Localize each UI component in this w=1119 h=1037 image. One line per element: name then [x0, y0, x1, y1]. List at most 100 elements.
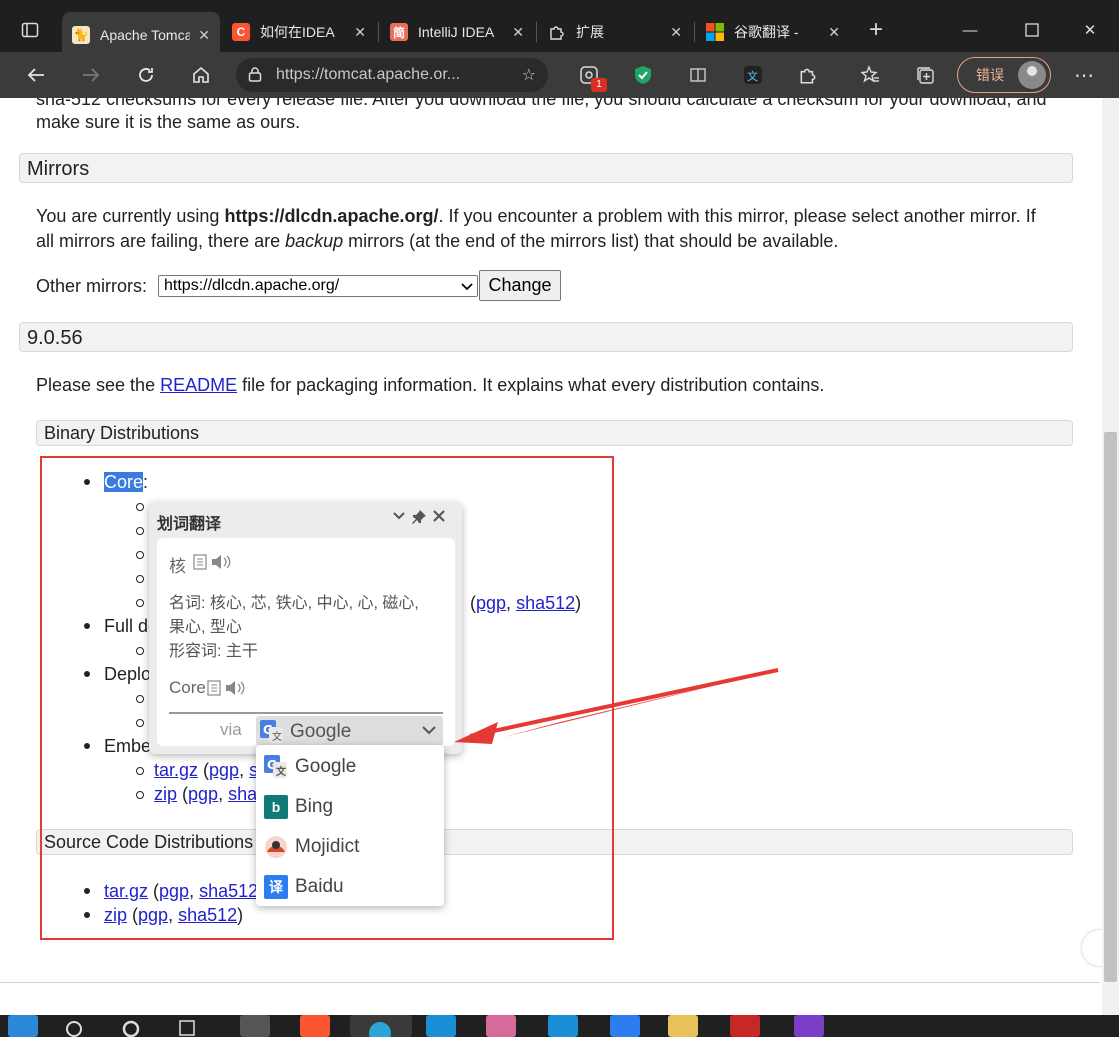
- forward-icon[interactable]: [76, 60, 106, 90]
- minimize-icon[interactable]: —: [950, 10, 990, 50]
- google-translate-icon: G文: [260, 720, 284, 744]
- edge-taskbar-icon[interactable]: [350, 1015, 412, 1037]
- toolbar: https://tomcat.apache.or... ☆ 文 ⋯: [0, 52, 1119, 98]
- intro-text: make sure it is the same as ours.: [36, 112, 301, 132]
- speaker-icon[interactable]: [225, 680, 245, 699]
- favorites-icon[interactable]: [856, 61, 884, 89]
- close-icon[interactable]: ✕: [670, 24, 682, 41]
- via-label: via: [220, 720, 242, 739]
- app-icon[interactable]: [730, 1015, 760, 1037]
- url-text: https://tomcat.apache.or...: [276, 66, 461, 83]
- home-icon[interactable]: [186, 60, 216, 90]
- address-bar[interactable]: https://tomcat.apache.or... ☆: [236, 58, 548, 92]
- file-explorer-icon[interactable]: [668, 1015, 698, 1037]
- engine-option-bing[interactable]: b Bing: [264, 793, 333, 821]
- more-menu-icon[interactable]: ⋯: [1070, 61, 1098, 89]
- tab-bar: 🐈 Apache Tomcat ✕ C 如何在IDEA ✕ 简 IntelliJ…: [0, 0, 1119, 58]
- tab-title: 谷歌翻译 -: [734, 24, 799, 40]
- maximize-icon[interactable]: [1012, 10, 1052, 50]
- bilibili-icon[interactable]: [426, 1015, 456, 1037]
- footer-divider: [0, 982, 1100, 983]
- google-translate-icon: G文: [264, 755, 288, 779]
- svg-text:文: 文: [272, 730, 282, 743]
- engine-dropdown: G文 Google b Bing Mojidict 译 Baidu: [256, 745, 444, 906]
- change-mirror-button[interactable]: Change: [479, 270, 561, 301]
- avatar: [1018, 61, 1046, 89]
- baidu-translate-icon: 译: [264, 875, 288, 899]
- add-favorite-icon[interactable]: ☆: [522, 65, 536, 85]
- tab-title: 如何在IDEA: [260, 24, 335, 40]
- copy-icon[interactable]: [193, 554, 207, 573]
- translation-meanings: 名词: 核心, 芯, 铁心, 中心, 心, 磁心, 果心, 型心 形容词: 主干: [169, 595, 419, 660]
- shield-icon[interactable]: [629, 61, 657, 89]
- tab-title: 扩展: [576, 24, 604, 40]
- speaker-icon[interactable]: [211, 554, 231, 573]
- close-icon[interactable]: ✕: [354, 24, 366, 41]
- svg-text:文: 文: [276, 765, 287, 778]
- csdn-icon: C: [232, 23, 250, 41]
- close-icon[interactable]: ✕: [828, 24, 840, 41]
- close-icon[interactable]: ✕: [198, 27, 210, 44]
- csdn-app-icon[interactable]: [300, 1015, 330, 1037]
- back-icon[interactable]: [21, 60, 51, 90]
- refresh-icon[interactable]: [131, 60, 161, 90]
- selected-engine-label: Google: [290, 721, 352, 742]
- app-icon[interactable]: [486, 1015, 516, 1037]
- new-tab-icon[interactable]: +: [856, 10, 896, 50]
- profile-error-button[interactable]: 错误: [957, 57, 1051, 93]
- readme-text: Please see the README file for packaging…: [36, 375, 825, 395]
- close-icon[interactable]: [432, 509, 446, 527]
- scrollbar[interactable]: [1102, 98, 1119, 1015]
- extensions-menu-icon[interactable]: [794, 61, 822, 89]
- translation-popup: 划词翻译 核 名词: 核心, 芯, 铁心, 中心, 心, 磁心, 果心, 型心 …: [149, 502, 462, 754]
- start-icon[interactable]: [8, 1015, 38, 1037]
- source-word: Core: [169, 678, 206, 697]
- copy-icon[interactable]: [207, 680, 221, 699]
- other-mirrors-label: Other mirrors:: [36, 276, 148, 296]
- bing-icon: b: [264, 795, 288, 819]
- popup-title: 划词翻译: [157, 516, 222, 533]
- profile-error-label: 错误: [976, 67, 1004, 83]
- reader-icon[interactable]: [684, 61, 712, 89]
- translate-app-icon[interactable]: [610, 1015, 640, 1037]
- mirror-select[interactable]: https://dlcdn.apache.org/: [158, 275, 478, 297]
- engine-select[interactable]: G文 Google: [256, 716, 443, 746]
- intellij-icon[interactable]: [794, 1015, 824, 1037]
- windows-taskbar: [0, 1015, 1119, 1037]
- chevron-down-icon[interactable]: [392, 509, 406, 527]
- chevron-down-icon: [421, 720, 437, 745]
- current-mirror: https://dlcdn.apache.org/: [224, 206, 439, 226]
- binary-distributions-heading: Binary Distributions: [36, 420, 1073, 446]
- task-view-icon[interactable]: [172, 1015, 202, 1037]
- close-icon[interactable]: ✕: [512, 24, 524, 41]
- tab-actions-icon[interactable]: [10, 10, 50, 50]
- tab-google-translate[interactable]: 谷歌翻译 - ✕: [696, 12, 850, 52]
- app-icon[interactable]: [240, 1015, 270, 1037]
- pin-icon[interactable]: [411, 509, 427, 529]
- collections-icon[interactable]: [911, 61, 939, 89]
- readme-link[interactable]: README: [160, 375, 237, 395]
- bilibili-icon[interactable]: [548, 1015, 578, 1037]
- mojidict-icon: [264, 835, 288, 859]
- engine-option-google[interactable]: G文 Google: [264, 753, 356, 781]
- tab-csdn[interactable]: C 如何在IDEA ✕: [222, 12, 376, 52]
- annotation-arrow: [454, 668, 779, 744]
- tab-intellij[interactable]: 简 IntelliJ IDEA ✕: [380, 12, 534, 52]
- engine-option-mojidict[interactable]: Mojidict: [264, 833, 359, 861]
- mirror-info-text: You are currently using https://dlcdn.ap…: [36, 206, 1036, 226]
- version-heading: 9.0.56: [19, 322, 1073, 352]
- tab-extensions[interactable]: 扩展 ✕: [538, 12, 692, 52]
- scrollbar-thumb[interactable]: [1104, 432, 1117, 982]
- window-close-icon[interactable]: ✕: [1070, 10, 1110, 50]
- chevron-down-icon: [461, 276, 473, 301]
- engine-option-baidu[interactable]: 译 Baidu: [264, 873, 344, 901]
- translate-extension-icon[interactable]: 文: [739, 61, 767, 89]
- search-icon[interactable]: [60, 1015, 90, 1037]
- lock-icon[interactable]: [248, 66, 262, 85]
- tomcat-icon: 🐈: [72, 26, 90, 44]
- jianshu-icon: 简: [390, 23, 408, 41]
- cortana-icon[interactable]: [116, 1015, 146, 1037]
- translated-word: 核: [169, 557, 186, 576]
- tab-title: IntelliJ IDEA: [418, 24, 495, 40]
- extensions-icon: [548, 23, 566, 41]
